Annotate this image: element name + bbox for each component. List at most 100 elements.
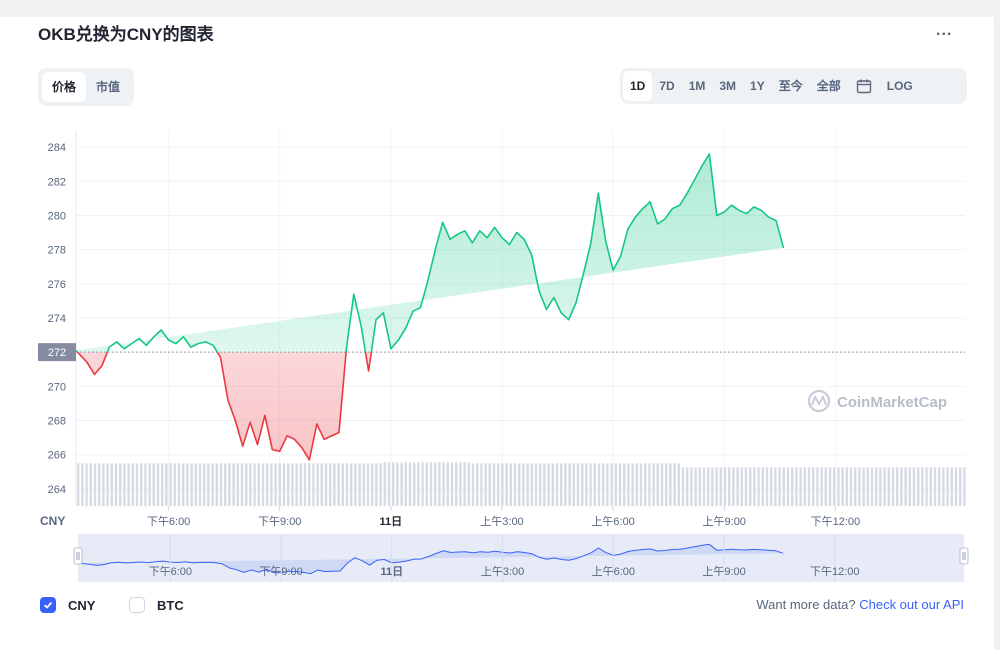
api-link[interactable]: Check out our API: [859, 597, 964, 612]
volume-bar: [148, 463, 151, 506]
logo-ring: [807, 389, 831, 413]
volume-bar: [812, 467, 815, 506]
volume-bar: [383, 462, 386, 506]
volume-bar: [770, 467, 773, 506]
volume-bar: [131, 463, 134, 506]
volume-bar: [165, 463, 168, 506]
volume-bar: [135, 463, 139, 506]
navigator-tick-label: 下午6:00: [149, 565, 192, 578]
volume-bar: [803, 467, 806, 506]
volume-bar: [639, 463, 643, 506]
volume-bar: [723, 467, 727, 506]
volume-bar: [740, 467, 743, 506]
volume-bar: [413, 462, 416, 506]
volume-bar: [534, 463, 538, 506]
y-tick-label: 284: [48, 142, 66, 154]
volume-bar: [408, 462, 412, 506]
price-line: [75, 153, 785, 461]
volume-bar: [85, 463, 88, 506]
volume-bar: [375, 463, 378, 506]
volume-bar: [119, 463, 122, 506]
volume-bar: [870, 467, 874, 506]
volume-bar: [786, 467, 790, 506]
volume-bar: [782, 467, 785, 506]
navigator-tick-label: 上午9:00: [702, 565, 745, 578]
volume-bar: [597, 463, 601, 506]
volume-bar: [274, 463, 277, 506]
volume-bar: [429, 462, 433, 506]
volume-bar: [917, 467, 920, 506]
volume-bar: [543, 463, 546, 506]
volume-bar: [123, 463, 126, 506]
volume-bar: [287, 463, 290, 506]
volume-bar: [173, 463, 176, 506]
volume-bar: [938, 467, 941, 506]
x-tick-label: 11日: [380, 515, 403, 528]
volume-bar: [576, 463, 580, 506]
x-tick-label: 下午12:00: [811, 515, 861, 528]
volume-bar: [240, 463, 244, 506]
volume-bar: [560, 463, 563, 506]
volume-bar: [858, 467, 861, 506]
volume-bar: [862, 467, 865, 506]
volume-bar: [564, 463, 567, 506]
checkbox-unchecked-icon[interactable]: [129, 597, 145, 613]
price-area: [76, 153, 784, 460]
volume-bar: [581, 463, 584, 506]
volume-bar: [816, 467, 819, 506]
volume-bar: [887, 467, 890, 506]
volume-bar: [673, 463, 676, 506]
volume-bar: [270, 463, 273, 506]
volume-bar: [845, 467, 848, 506]
volume-bar: [379, 463, 382, 506]
volume-bar: [77, 463, 80, 506]
volume-bar: [963, 467, 966, 506]
volume-bar: [446, 462, 449, 506]
volume-bar: [854, 467, 857, 506]
volume-bar: [539, 463, 542, 506]
volume-bar: [459, 462, 462, 506]
volume-bar: [417, 462, 420, 506]
currency-axis-label: CNY: [40, 514, 65, 528]
navigator-left-handle[interactable]: [73, 547, 83, 565]
volume-bar: [690, 467, 693, 506]
y-tick-label: 280: [48, 210, 66, 222]
volume-bar: [744, 467, 748, 506]
volume-bar: [593, 463, 596, 506]
y-tick-label: 274: [48, 313, 66, 325]
volume-bar: [648, 463, 651, 506]
volume-bar: [614, 463, 617, 506]
volume-bar: [518, 463, 521, 506]
volume-bar: [702, 467, 706, 506]
logo-mark: [811, 394, 827, 407]
volume-bar: [434, 462, 437, 506]
volume-bar: [635, 463, 638, 506]
volume-bar: [925, 467, 928, 506]
volume-bar: [795, 467, 798, 506]
volume-bar: [686, 467, 689, 506]
volume-bar: [606, 463, 609, 506]
legend-cny[interactable]: CNY: [40, 597, 95, 613]
checkbox-checked-icon[interactable]: [40, 597, 56, 613]
legend-btc[interactable]: BTC: [129, 597, 184, 613]
volume-bar: [778, 467, 781, 506]
volume-bar: [492, 463, 496, 506]
range-navigator[interactable]: 下午6:00 下午9:00 11日 上午3:00 上午6:00 上午9:00 下午12:00: [73, 534, 969, 582]
volume-bar: [190, 463, 193, 506]
volume-bar: [631, 463, 634, 506]
volume-bar: [623, 463, 626, 506]
volume-bar: [278, 463, 281, 506]
volume-bar: [480, 463, 483, 506]
volume-bar: [908, 467, 911, 506]
volume-bar: [879, 467, 882, 506]
volume-bar: [610, 463, 613, 506]
volume-bar: [224, 463, 227, 506]
volume-bar: [669, 463, 672, 506]
navigator-right-handle[interactable]: [959, 547, 969, 565]
volume-bar: [551, 463, 554, 506]
volume-bar: [354, 463, 357, 506]
volume-bar: [282, 463, 286, 506]
volume-bar: [761, 467, 764, 506]
volume-bar: [921, 467, 924, 506]
volume-bar: [308, 463, 311, 506]
